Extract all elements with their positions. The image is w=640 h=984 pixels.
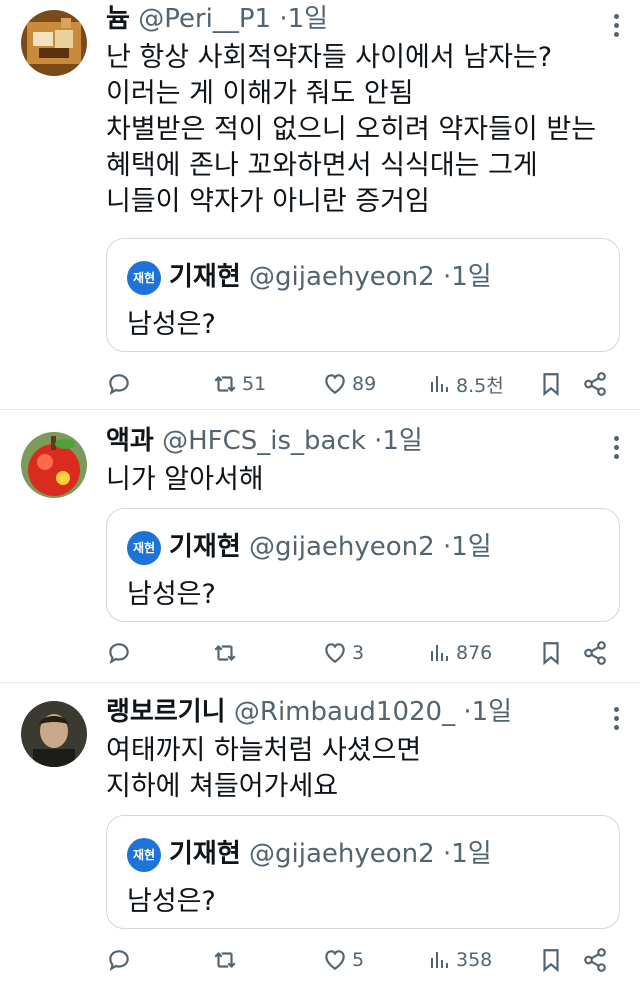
- retweet-button[interactable]: 51: [212, 366, 266, 402]
- views-icon: [431, 952, 448, 968]
- tweet-text-line: 여태까지 하늘처럼 사셨으면: [106, 735, 422, 766]
- quote-text: 남성은?: [127, 886, 216, 917]
- quote-text: 남성은?: [127, 309, 216, 340]
- like-button[interactable]: 89: [322, 366, 376, 402]
- tweet-header: 늄 @Peri__P1 ·1일: [106, 2, 622, 36]
- bookmark-button[interactable]: [538, 635, 564, 671]
- tweet[interactable]: 늄 @Peri__P1 ·1일 난 항상 사회적약자들 사이에서 남자는? 이러…: [0, 0, 640, 410]
- tweet-text: 니가 알아서해: [106, 462, 622, 498]
- user-handle[interactable]: @Rimbaud1020_: [234, 697, 455, 727]
- like-count: 3: [352, 642, 365, 664]
- views-button[interactable]: 358: [428, 942, 492, 978]
- quote-timestamp: 1일: [451, 839, 492, 869]
- bookmark-icon: [543, 642, 559, 666]
- quote-timestamp: 1일: [451, 532, 492, 562]
- like-count: 5: [352, 949, 365, 971]
- quote-handle: @gijaehyeon2: [249, 262, 435, 292]
- views-count: 8.5천: [456, 374, 504, 397]
- like-button[interactable]: 5: [322, 942, 364, 978]
- share-icon: [584, 641, 606, 665]
- reply-icon: [109, 374, 129, 395]
- tweet-text: 난 항상 사회적약자들 사이에서 남자는? 이러는 게 이해가 줘도 안됨 차별…: [106, 40, 622, 220]
- views-button[interactable]: 876: [428, 635, 492, 671]
- timestamp[interactable]: 1일: [382, 426, 422, 456]
- separator-dot: ·: [442, 532, 452, 562]
- quote-timestamp: 1일: [451, 262, 492, 292]
- views-icon: [431, 376, 448, 392]
- reply-button[interactable]: [106, 635, 132, 671]
- share-button[interactable]: [582, 635, 608, 671]
- retweet-icon: [214, 644, 236, 662]
- display-name[interactable]: 늄: [106, 4, 130, 34]
- bookmark-button[interactable]: [538, 366, 564, 402]
- share-button[interactable]: [582, 942, 608, 978]
- separator-dot: ·: [463, 697, 472, 727]
- quote-avatar: 재현: [127, 260, 161, 295]
- views-icon: [431, 645, 448, 661]
- share-icon: [584, 372, 606, 396]
- tweet-text-line: 이러는 게 이해가 줘도 안됨: [106, 78, 414, 109]
- tweet-text-line: 차별받은 적이 없으니 오히려 약자들이 받는: [106, 114, 597, 145]
- tweet-header: 랭보르기니 @Rimbaud1020_ ·1일: [106, 695, 622, 729]
- share-button[interactable]: [582, 366, 608, 402]
- tweet-text-line: 지하에 쳐들어가세요: [106, 771, 339, 802]
- reply-feed: 늄 @Peri__P1 ·1일 난 항상 사회적약자들 사이에서 남자는? 이러…: [0, 0, 640, 984]
- retweet-count: 51: [242, 373, 267, 395]
- quote-handle: @gijaehyeon2: [249, 532, 435, 562]
- quoted-tweet[interactable]: 재현 기재현 @gijaehyeon2 ·1일 남성은?: [106, 508, 620, 622]
- quote-display-name: 기재현: [169, 262, 241, 292]
- tweet[interactable]: 액과 @HFCS_is_back ·1일 니가 알아서해 재현 기재현 @gija…: [0, 410, 640, 683]
- avatar[interactable]: [21, 10, 87, 76]
- display-name[interactable]: 액과: [106, 426, 154, 456]
- share-icon: [584, 948, 606, 972]
- separator-dot: ·: [442, 262, 452, 292]
- quote-text: 남성은?: [127, 579, 216, 610]
- action-bar: 5 358: [106, 942, 622, 978]
- quoted-tweet[interactable]: 재현 기재현 @gijaehyeon2 ·1일 남성은?: [106, 238, 620, 352]
- reply-icon: [109, 950, 129, 971]
- retweet-button[interactable]: [212, 942, 242, 978]
- views-count: 876: [456, 642, 493, 664]
- avatar[interactable]: [21, 432, 87, 498]
- tweet[interactable]: 랭보르기니 @Rimbaud1020_ ·1일 여태까지 하늘처럼 사셨으면 지…: [0, 683, 640, 984]
- tweet-text-line: 난 항상 사회적약자들 사이에서 남자는?: [106, 42, 553, 73]
- like-icon: [325, 950, 345, 970]
- quote-display-name: 기재현: [169, 839, 241, 869]
- action-bar: 3 876: [106, 635, 622, 671]
- bookmark-icon: [543, 373, 559, 397]
- quote-avatar: 재현: [127, 837, 161, 872]
- like-icon: [325, 643, 345, 663]
- views-count: 358: [456, 949, 493, 971]
- action-bar: 51 89 8.5천: [106, 366, 622, 402]
- quote-display-name: 기재현: [169, 532, 241, 562]
- like-icon: [325, 374, 345, 394]
- views-button[interactable]: 8.5천: [428, 366, 504, 402]
- retweet-button[interactable]: [212, 635, 242, 671]
- separator-dot: ·: [279, 4, 288, 34]
- timestamp[interactable]: 1일: [288, 4, 328, 34]
- like-button[interactable]: 3: [322, 635, 364, 671]
- separator-dot: ·: [442, 839, 452, 869]
- reply-button[interactable]: [106, 942, 132, 978]
- retweet-icon: [214, 375, 236, 393]
- quote-handle: @gijaehyeon2: [249, 839, 435, 869]
- tweet-text-line: 혜택에 존나 꼬와하면서 식식대는 그게: [106, 150, 538, 181]
- user-handle[interactable]: @Peri__P1: [138, 4, 271, 34]
- avatar[interactable]: [21, 701, 87, 767]
- bookmark-button[interactable]: [538, 942, 564, 978]
- tweet-text: 여태까지 하늘처럼 사셨으면 지하에 쳐들어가세요: [106, 733, 622, 805]
- retweet-icon: [214, 951, 236, 969]
- quoted-tweet[interactable]: 재현 기재현 @gijaehyeon2 ·1일 남성은?: [106, 815, 620, 929]
- user-handle[interactable]: @HFCS_is_back: [162, 426, 366, 456]
- reply-icon: [109, 643, 129, 664]
- display-name[interactable]: 랭보르기니: [106, 697, 226, 727]
- tweet-header: 액과 @HFCS_is_back ·1일: [106, 424, 622, 458]
- tweet-text-line: 니들이 약자가 아니란 증거임: [106, 186, 430, 217]
- timestamp[interactable]: 1일: [472, 697, 512, 727]
- like-count: 89: [352, 373, 377, 395]
- bookmark-icon: [543, 949, 559, 973]
- quote-avatar: 재현: [127, 530, 161, 565]
- reply-button[interactable]: [106, 366, 132, 402]
- tweet-text-line: 니가 알아서해: [106, 464, 264, 495]
